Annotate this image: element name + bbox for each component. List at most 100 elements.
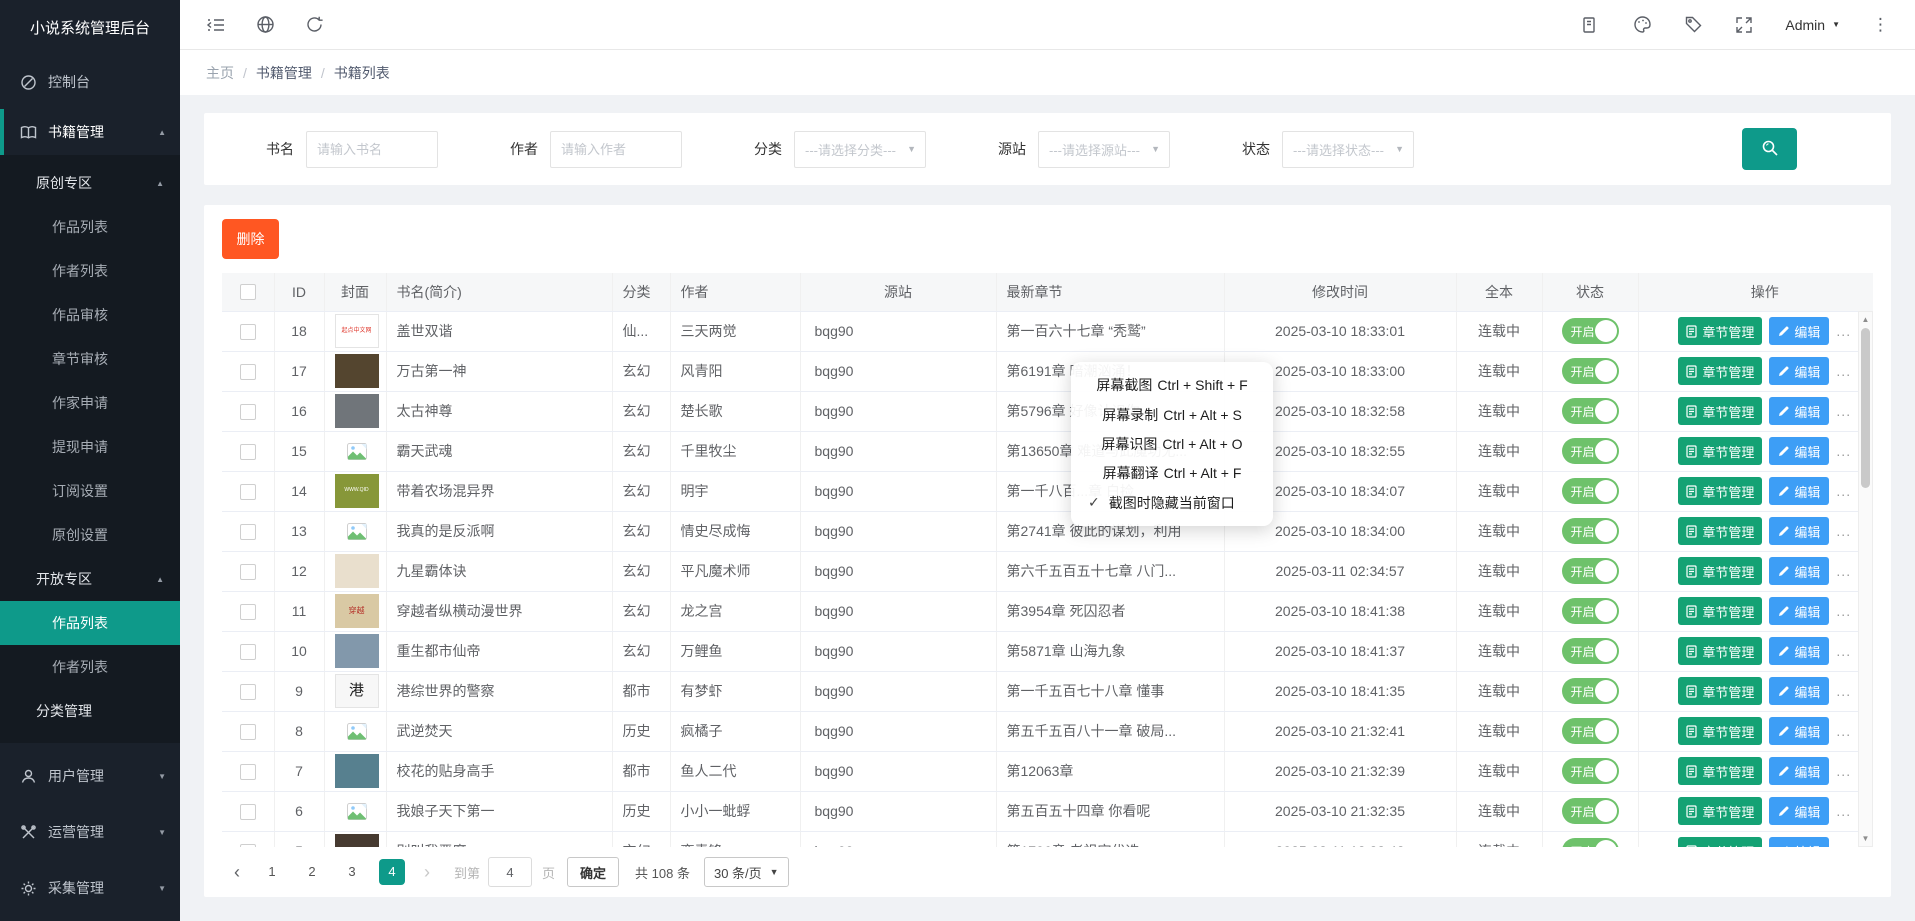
chapter-manage-button[interactable]: 章节管理 xyxy=(1678,357,1762,385)
sidebar-item-original-settings[interactable]: 原创设置 xyxy=(0,513,180,557)
more-actions[interactable]: ... xyxy=(1836,563,1851,579)
palette-icon[interactable] xyxy=(1633,15,1652,34)
fullscreen-icon[interactable] xyxy=(1735,16,1753,34)
row-checkbox[interactable] xyxy=(240,844,256,847)
sidebar-item-books[interactable]: 书籍管理 ▲ xyxy=(0,109,180,155)
select-all-checkbox[interactable] xyxy=(240,284,256,300)
status-toggle[interactable]: 开启 xyxy=(1562,798,1619,824)
sidebar-item-operations[interactable]: 运营管理 ▼ xyxy=(0,809,180,855)
more-actions[interactable]: ... xyxy=(1836,443,1851,459)
chapter-manage-button[interactable]: 章节管理 xyxy=(1678,477,1762,505)
row-checkbox[interactable] xyxy=(240,684,256,700)
scrollbar-thumb[interactable] xyxy=(1861,328,1870,488)
page-size-select[interactable]: 30 条/页 ▼ xyxy=(704,857,789,887)
status-toggle[interactable]: 开启 xyxy=(1562,838,1619,847)
table-scrollbar[interactable]: ▲ ▼ xyxy=(1858,311,1873,847)
sidebar-item-work-review[interactable]: 作品审核 xyxy=(0,293,180,337)
row-checkbox[interactable] xyxy=(240,404,256,420)
book-title[interactable]: 霸天武魂 xyxy=(386,431,612,471)
more-actions[interactable]: ... xyxy=(1836,763,1851,779)
more-actions[interactable]: ... xyxy=(1836,843,1851,847)
edit-button[interactable]: 编辑 xyxy=(1769,797,1829,825)
sidebar-item-category-manage[interactable]: 分类管理 xyxy=(0,689,180,733)
more-actions[interactable]: ... xyxy=(1836,523,1851,539)
sidebar-item-withdraw-apply[interactable]: 提现申请 xyxy=(0,425,180,469)
more-actions[interactable]: ... xyxy=(1836,483,1851,499)
source-select[interactable]: ---请选择源站--- ▼ xyxy=(1038,131,1170,168)
delete-button[interactable]: 删除 xyxy=(222,219,279,259)
page-button-4[interactable]: 4 xyxy=(379,859,405,885)
author-input[interactable] xyxy=(550,131,682,168)
chapter-manage-button[interactable]: 章节管理 xyxy=(1678,557,1762,585)
page-button-1[interactable]: 1 xyxy=(259,859,285,885)
status-toggle[interactable]: 开启 xyxy=(1562,438,1619,464)
reader-icon[interactable] xyxy=(1582,16,1601,34)
edit-button[interactable]: 编辑 xyxy=(1769,597,1829,625)
book-title[interactable]: 我真的是反派啊 xyxy=(386,511,612,551)
chapter-manage-button[interactable]: 章节管理 xyxy=(1678,517,1762,545)
book-title[interactable]: 武逆焚天 xyxy=(386,711,612,751)
sidebar-item-writer-apply[interactable]: 作家申请 xyxy=(0,381,180,425)
row-checkbox[interactable] xyxy=(240,484,256,500)
row-checkbox[interactable] xyxy=(240,364,256,380)
user-menu[interactable]: Admin ▼ xyxy=(1785,17,1840,33)
page-button-2[interactable]: 2 xyxy=(299,859,325,885)
row-checkbox[interactable] xyxy=(240,764,256,780)
row-checkbox[interactable] xyxy=(240,564,256,580)
edit-button[interactable]: 编辑 xyxy=(1769,717,1829,745)
book-title[interactable]: 我娘子天下第一 xyxy=(386,791,612,831)
sidebar-item-original-authors[interactable]: 作者列表 xyxy=(0,249,180,293)
chapter-manage-button[interactable]: 章节管理 xyxy=(1678,597,1762,625)
status-toggle[interactable]: 开启 xyxy=(1562,318,1619,344)
book-title[interactable]: 穿越者纵横动漫世界 xyxy=(386,591,612,631)
collapse-menu-icon[interactable] xyxy=(206,16,226,34)
row-checkbox[interactable] xyxy=(240,604,256,620)
submenu-group-open[interactable]: 开放专区 ▲ xyxy=(0,557,180,601)
status-toggle[interactable]: 开启 xyxy=(1562,358,1619,384)
sidebar-item-open-authors[interactable]: 作者列表 xyxy=(0,645,180,689)
row-checkbox[interactable] xyxy=(240,644,256,660)
status-toggle[interactable]: 开启 xyxy=(1562,638,1619,664)
edit-button[interactable]: 编辑 xyxy=(1769,517,1829,545)
book-title[interactable]: 重生都市仙帝 xyxy=(386,631,612,671)
more-actions[interactable]: ... xyxy=(1836,683,1851,699)
goto-confirm-button[interactable]: 确定 xyxy=(567,857,619,887)
more-actions[interactable]: ... xyxy=(1836,723,1851,739)
book-title[interactable]: 校花的贴身高手 xyxy=(386,751,612,791)
row-checkbox[interactable] xyxy=(240,324,256,340)
status-toggle[interactable]: 开启 xyxy=(1562,678,1619,704)
chapter-manage-button[interactable]: 章节管理 xyxy=(1678,637,1762,665)
more-actions[interactable]: ... xyxy=(1836,643,1851,659)
sidebar-item-open-works[interactable]: 作品列表 xyxy=(0,601,180,645)
more-actions[interactable]: ... xyxy=(1836,403,1851,419)
chapter-manage-button[interactable]: 章节管理 xyxy=(1678,437,1762,465)
edit-button[interactable]: 编辑 xyxy=(1769,677,1829,705)
status-select[interactable]: ---请选择状态--- ▼ xyxy=(1282,131,1414,168)
status-toggle[interactable]: 开启 xyxy=(1562,518,1619,544)
row-checkbox[interactable] xyxy=(240,524,256,540)
edit-button[interactable]: 编辑 xyxy=(1769,397,1829,425)
more-menu-icon[interactable]: ⋮ xyxy=(1872,15,1889,35)
prev-page-icon[interactable]: ‹ xyxy=(224,862,250,883)
sidebar-item-collect[interactable]: 采集管理 ▼ xyxy=(0,865,180,911)
edit-button[interactable]: 编辑 xyxy=(1769,317,1829,345)
menu-item-hide-window[interactable]: ✓ 截图时隐藏当前窗口 xyxy=(1071,493,1273,513)
category-select[interactable]: ---请选择分类--- ▼ xyxy=(794,131,926,168)
search-button[interactable] xyxy=(1742,128,1797,170)
breadcrumb-home[interactable]: 主页 xyxy=(206,63,234,83)
sidebar-item-original-works[interactable]: 作品列表 xyxy=(0,205,180,249)
status-toggle[interactable]: 开启 xyxy=(1562,398,1619,424)
more-actions[interactable]: ... xyxy=(1836,323,1851,339)
more-actions[interactable]: ... xyxy=(1836,363,1851,379)
status-toggle[interactable]: 开启 xyxy=(1562,758,1619,784)
menu-item-screenshot[interactable]: 屏幕截图 Ctrl + Shift + F xyxy=(1071,375,1273,395)
row-checkbox[interactable] xyxy=(240,444,256,460)
menu-item-screen-ocr[interactable]: 屏幕识图 Ctrl + Alt + O xyxy=(1071,434,1273,454)
book-title[interactable]: 港综世界的警察 xyxy=(386,671,612,711)
book-title[interactable]: 别叫我恶魔 xyxy=(386,831,612,847)
edit-button[interactable]: 编辑 xyxy=(1769,357,1829,385)
status-toggle[interactable]: 开启 xyxy=(1562,718,1619,744)
next-page-icon[interactable]: › xyxy=(414,862,440,883)
book-title[interactable]: 盖世双谐 xyxy=(386,311,612,351)
goto-page-input[interactable] xyxy=(488,857,532,887)
